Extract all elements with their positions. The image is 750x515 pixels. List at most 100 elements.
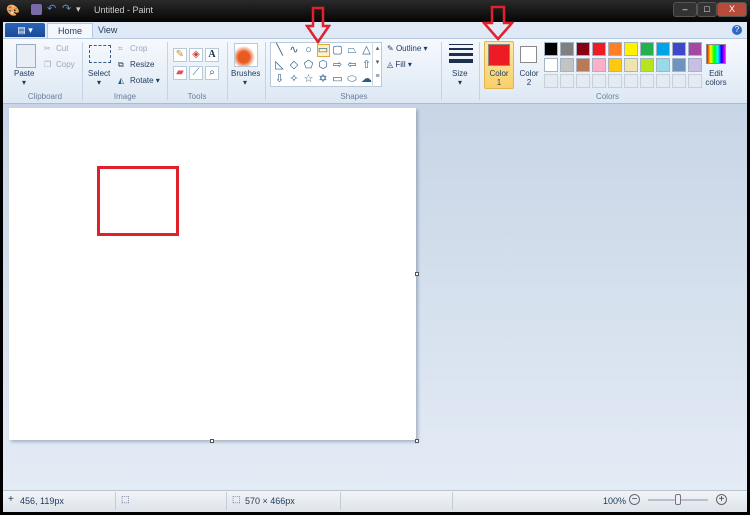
resize-handle-corner[interactable] <box>415 439 419 443</box>
outline-label: Outline <box>395 44 422 53</box>
shape-item[interactable]: ✧ <box>289 74 300 85</box>
help-icon[interactable]: ? <box>732 25 742 35</box>
custom-color-slot[interactable] <box>640 74 654 88</box>
shape-item[interactable]: ✡ <box>318 74 329 85</box>
shape-item[interactable]: ▭ <box>332 74 343 85</box>
close-button[interactable]: X <box>717 2 747 17</box>
pencil-icon[interactable]: ✎ <box>173 48 187 62</box>
paste-icon[interactable] <box>16 44 36 68</box>
redo-icon[interactable]: ↷ <box>62 4 73 15</box>
custom-color-slot[interactable] <box>656 74 670 88</box>
color-swatch[interactable] <box>672 42 686 56</box>
resize-button[interactable]: Resize <box>130 60 154 69</box>
fill-icon[interactable]: ◈ <box>189 48 203 62</box>
text-icon[interactable]: A <box>205 48 219 62</box>
shape-item[interactable]: ∿ <box>289 45 300 56</box>
magnifier-icon[interactable]: ⌕ <box>205 66 219 80</box>
custom-color-slot[interactable] <box>608 74 622 88</box>
custom-color-slot[interactable] <box>672 74 686 88</box>
custom-color-slot[interactable] <box>592 74 606 88</box>
zoom-in-button[interactable]: + <box>716 494 727 505</box>
color2-button[interactable]: Color 2 <box>514 69 544 87</box>
brushes-icon[interactable] <box>234 43 258 67</box>
shape-item[interactable]: ▢ <box>332 45 343 56</box>
color-swatch[interactable] <box>624 42 638 56</box>
edit-colors-icon[interactable] <box>706 44 726 64</box>
fill-button[interactable]: ◬ Fill ▾ <box>387 60 412 69</box>
shape-item[interactable]: ⇧ <box>361 59 372 71</box>
eraser-icon[interactable]: ▰ <box>173 66 187 80</box>
shapes-scroll[interactable]: ▴ ▾ ≡ <box>372 42 382 87</box>
size-icon[interactable] <box>449 44 473 63</box>
custom-color-slot[interactable] <box>576 74 590 88</box>
color-swatch[interactable] <box>608 58 622 72</box>
resize-handle-bottom[interactable] <box>210 439 214 443</box>
color-swatch[interactable] <box>656 58 670 72</box>
color-swatch[interactable] <box>640 42 654 56</box>
tab-view[interactable]: View <box>88 23 127 39</box>
color-swatch[interactable] <box>544 42 558 56</box>
shape-item[interactable]: ○ <box>303 45 314 56</box>
shape-item[interactable]: ⬭ <box>347 74 358 85</box>
zoom-out-button[interactable]: − <box>629 494 640 505</box>
color-swatch[interactable] <box>576 42 590 56</box>
select-icon[interactable] <box>89 45 111 63</box>
color-swatch[interactable] <box>640 58 654 72</box>
drawing-canvas[interactable] <box>9 108 416 440</box>
shape-item[interactable]: ◇ <box>289 59 300 71</box>
color-swatch[interactable] <box>560 58 574 72</box>
shape-item[interactable]: ⏢ <box>347 45 358 56</box>
color-swatch[interactable] <box>576 58 590 72</box>
color-swatch[interactable] <box>624 58 638 72</box>
edit-colors-button[interactable]: Edit colors <box>700 69 732 87</box>
outline-button[interactable]: ✎ Outline ▾ <box>387 44 428 53</box>
select-button[interactable]: Select <box>88 69 110 78</box>
brushes-button[interactable]: Brushes <box>231 69 260 78</box>
color-swatch[interactable] <box>672 58 686 72</box>
custom-color-slot[interactable] <box>624 74 638 88</box>
shape-item[interactable]: △ <box>361 45 372 56</box>
paste-dropdown-icon[interactable]: ▾ <box>22 78 26 87</box>
select-dropdown-icon[interactable]: ▾ <box>97 78 101 87</box>
size-button[interactable]: Size <box>452 69 468 78</box>
shape-item[interactable]: ▭ <box>316 44 330 57</box>
color2-swatch[interactable] <box>520 46 537 63</box>
color-swatch[interactable] <box>560 42 574 56</box>
color-swatch[interactable] <box>688 42 702 56</box>
shape-item[interactable]: ⬠ <box>303 59 314 71</box>
resize-handle-right[interactable] <box>415 272 419 276</box>
shape-item[interactable]: ⇨ <box>332 59 343 71</box>
paint-app-icon[interactable]: 🎨 <box>6 4 20 17</box>
shape-item[interactable]: ⬡ <box>318 59 329 71</box>
color-swatch[interactable] <box>544 58 558 72</box>
custom-color-slot[interactable] <box>544 74 558 88</box>
shape-item[interactable]: ╲ <box>274 45 285 56</box>
undo-icon[interactable]: ↶ <box>47 4 58 15</box>
color-swatch[interactable] <box>608 42 622 56</box>
shape-item[interactable]: ☁ <box>361 74 372 85</box>
color-picker-icon[interactable]: ⟋ <box>189 66 203 80</box>
color-swatch[interactable] <box>592 58 606 72</box>
color-swatch[interactable] <box>592 42 606 56</box>
copy-button[interactable]: Copy <box>56 60 75 69</box>
shape-item[interactable]: ⇦ <box>347 59 358 71</box>
shape-item[interactable]: ◺ <box>274 59 285 71</box>
minimize-button[interactable]: – <box>673 2 697 17</box>
custom-color-slot[interactable] <box>560 74 574 88</box>
crop-button[interactable]: Crop <box>130 44 147 53</box>
cut-button[interactable]: Cut <box>56 44 68 53</box>
save-icon[interactable] <box>31 4 42 15</box>
tab-home[interactable]: Home <box>47 23 94 39</box>
image-group-label: Image <box>113 92 137 101</box>
zoom-slider-thumb[interactable] <box>675 494 681 505</box>
maximize-button[interactable]: □ <box>697 2 717 17</box>
file-menu-button[interactable]: ▤ ▾ <box>5 23 45 37</box>
rotate-button[interactable]: Rotate ▾ <box>130 76 160 85</box>
shape-item[interactable]: ☆ <box>303 74 314 85</box>
paste-button[interactable]: Paste <box>14 69 34 78</box>
color-swatch[interactable] <box>656 42 670 56</box>
size-dropdown-icon[interactable]: ▾ <box>458 78 462 87</box>
customize-toolbar-icon[interactable]: ▾ <box>76 4 87 15</box>
shape-item[interactable]: ⇩ <box>274 74 285 85</box>
brushes-dropdown-icon[interactable]: ▾ <box>243 78 247 87</box>
